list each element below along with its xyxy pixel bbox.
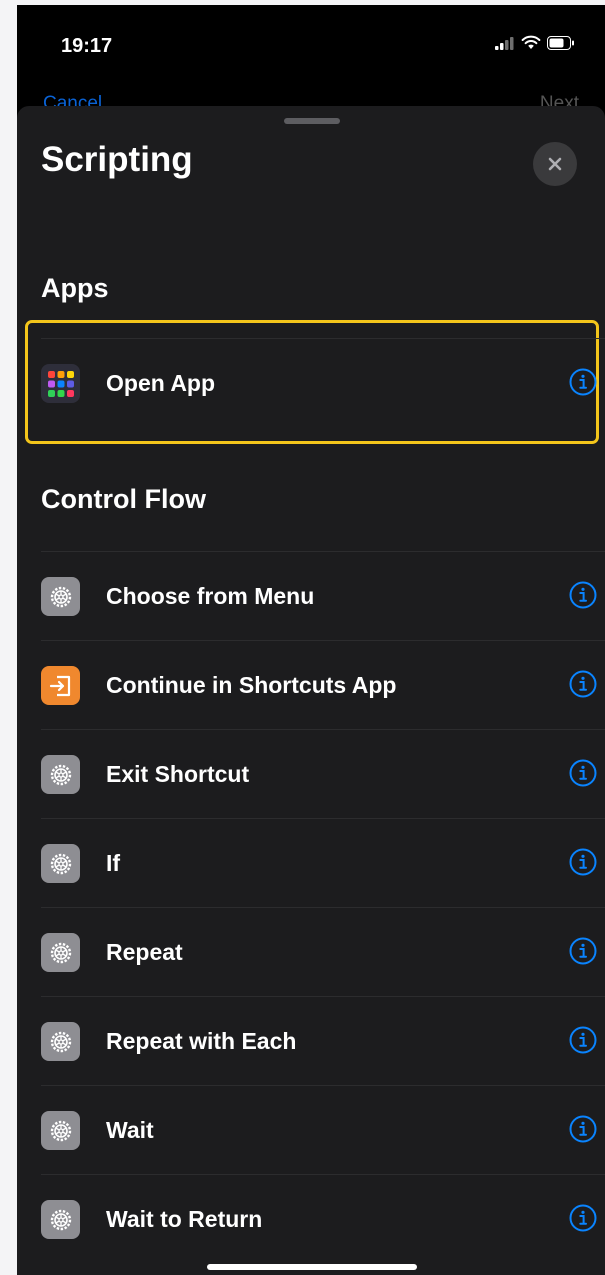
sheet-title: Scripting: [41, 140, 193, 179]
list-item-label: Continue in Shortcuts App: [106, 672, 397, 698]
row-divider: [41, 1174, 605, 1175]
list-item-if[interactable]: If: [41, 818, 605, 907]
row-divider: [41, 729, 605, 730]
info-icon[interactable]: [569, 759, 597, 787]
gear-icon: [41, 1200, 80, 1239]
info-icon[interactable]: [569, 1115, 597, 1143]
info-icon[interactable]: [569, 1204, 597, 1232]
row-divider: [41, 907, 605, 908]
list-item-repeat[interactable]: Repeat: [41, 907, 605, 996]
gear-icon: [41, 1111, 80, 1150]
list-item-label: Choose from Menu: [106, 583, 315, 609]
row-divider: [41, 1085, 605, 1086]
list-item-label: Exit Shortcut: [106, 761, 250, 787]
row-divider: [41, 338, 605, 339]
info-icon[interactable]: [569, 1026, 597, 1054]
info-icon[interactable]: [569, 670, 597, 698]
sheet-grabber[interactable]: [284, 118, 340, 124]
list-item-label: If: [106, 850, 121, 876]
gear-icon: [41, 755, 80, 794]
list-item-exit-shortcut[interactable]: Exit Shortcut: [41, 729, 605, 818]
list-item-choose-from-menu[interactable]: Choose from Menu: [41, 551, 605, 640]
list-item-continue-in-shortcuts-app[interactable]: Continue in Shortcuts App: [41, 640, 605, 729]
shortcuts-app-icon: [41, 666, 80, 705]
list-item-label: Open App: [106, 370, 216, 396]
battery-icon: [547, 35, 574, 50]
gear-icon: [41, 1022, 80, 1061]
section-header-apps: Apps: [41, 273, 109, 303]
list-item-wait[interactable]: Wait: [41, 1085, 605, 1174]
scripting-sheet: Scripting Apps Open App Control Flow Cho…: [17, 106, 605, 1275]
row-divider: [41, 551, 605, 552]
gear-icon: [41, 933, 80, 972]
list-item-repeat-with-each[interactable]: Repeat with Each: [41, 996, 605, 1085]
info-icon[interactable]: [569, 937, 597, 965]
cellular-signal-icon: [495, 36, 514, 50]
close-button[interactable]: [533, 142, 577, 186]
phone-screen: 19:17 Cancel Next Scripting Apps Open Ap…: [17, 5, 605, 1275]
info-icon[interactable]: [569, 848, 597, 876]
list-item-label: Repeat: [106, 939, 183, 965]
gear-icon: [41, 844, 80, 883]
home-indicator[interactable]: [207, 1264, 417, 1270]
status-time: 19:17: [61, 35, 113, 57]
list-item-wait-to-return[interactable]: Wait to Return: [41, 1174, 605, 1263]
list-item-label: Wait to Return: [106, 1206, 263, 1232]
app-grid-icon: [41, 364, 80, 403]
list-item-label: Repeat with Each: [106, 1028, 297, 1054]
list-item-open-app[interactable]: Open App: [41, 338, 605, 427]
row-divider: [41, 996, 605, 997]
close-icon: [548, 157, 562, 171]
info-icon[interactable]: [569, 368, 597, 396]
section-header-control-flow: Control Flow: [41, 484, 206, 514]
row-divider: [41, 640, 605, 641]
row-divider: [41, 818, 605, 819]
info-icon[interactable]: [569, 581, 597, 609]
wifi-icon: [521, 35, 541, 49]
status-icons: [495, 35, 575, 50]
list-item-label: Wait: [106, 1117, 154, 1143]
gear-icon: [41, 577, 80, 616]
status-bar: 19:17: [17, 5, 605, 85]
